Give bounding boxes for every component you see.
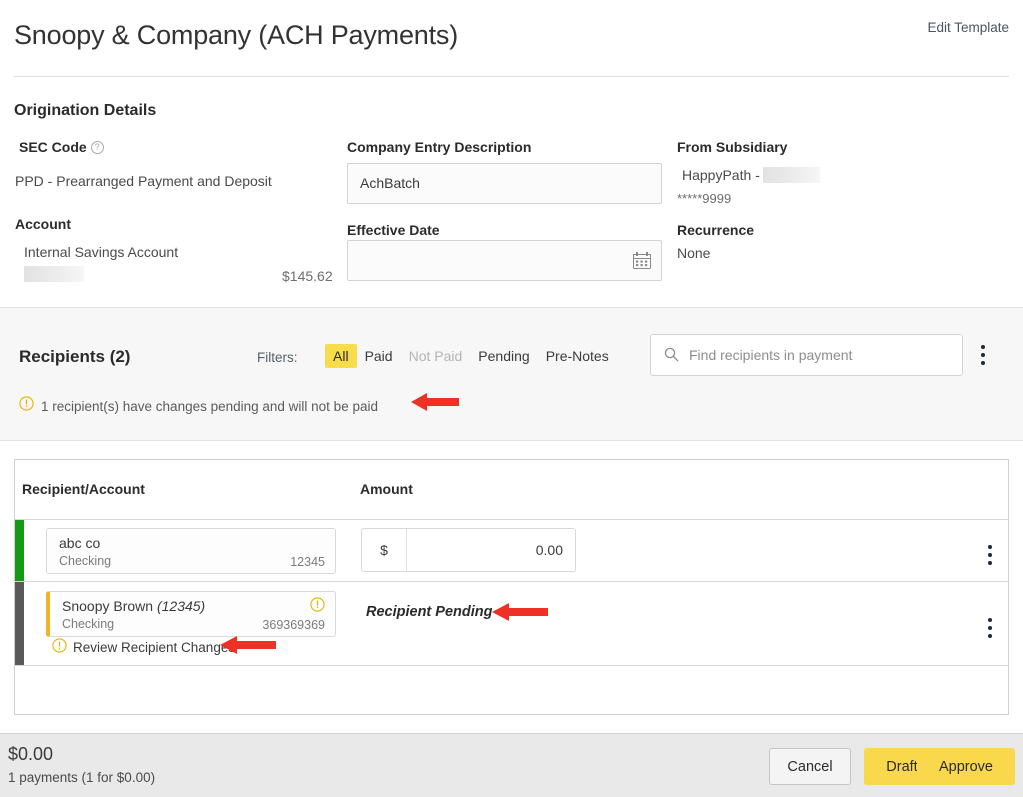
table-header-row: Recipient/Account Amount (15, 460, 1008, 520)
company-entry-description-label: Company Entry Description (347, 139, 532, 155)
column-header-recipient-account: Recipient/Account (22, 481, 145, 497)
column-header-amount: Amount (360, 481, 413, 497)
recipients-overflow-menu-icon[interactable] (981, 345, 985, 365)
page-footer: $0.00 1 payments (1 for $0.00) Cancel Dr… (0, 733, 1023, 797)
review-warning-icon (52, 638, 67, 656)
search-recipients-box[interactable]: Find recipients in payment (650, 334, 963, 376)
row-overflow-menu-icon[interactable] (988, 545, 992, 565)
recurrence-label: Recurrence (677, 222, 755, 238)
currency-symbol: $ (362, 529, 407, 571)
filter-list: All Paid Not Paid Pending Pre-Notes (325, 344, 617, 368)
effective-date-label: Effective Date (347, 222, 440, 238)
filter-pending[interactable]: Pending (470, 344, 537, 368)
annotation-arrow-pending (492, 602, 548, 627)
row-status-bar (15, 582, 24, 665)
redacted-subsidiary-name (762, 167, 820, 183)
footer-total-amount: $0.00 (8, 744, 54, 764)
recipient-account-card[interactable]: abc co Checking 12345 (46, 528, 336, 574)
page-title: Snoopy & Company (ACH Payments) (14, 20, 458, 50)
search-input-placeholder[interactable]: Find recipients in payment (689, 347, 852, 363)
filter-not-paid: Not Paid (408, 348, 463, 364)
warning-text: 1 recipient(s) have changes pending and … (41, 398, 378, 414)
account-value: Internal Savings Account (24, 244, 179, 260)
origination-details-section: Origination Details SEC Code? PPD - Prea… (0, 77, 1023, 307)
recipient-account-number: 12345 (290, 555, 325, 569)
review-link-label: Review Recipient Changes (73, 639, 236, 655)
recipient-pending-status: Recipient Pending (366, 604, 493, 620)
table-row: abc co Checking 12345 $ 0.00 (15, 520, 1008, 582)
calendar-icon[interactable] (633, 252, 651, 269)
effective-date-input[interactable] (347, 240, 662, 281)
annotation-arrow-warning (411, 392, 459, 417)
amount-value[interactable]: 0.00 (536, 542, 563, 558)
help-icon[interactable]: ? (90, 141, 104, 154)
recipient-name-text: Snoopy Brown (62, 598, 154, 614)
origination-section-title: Origination Details (14, 102, 157, 119)
company-entry-description-value: AchBatch (360, 175, 420, 191)
redacted-account-number (24, 266, 84, 282)
recipient-account-type: Checking (59, 554, 112, 568)
pending-changes-warning: 1 recipient(s) have changes pending and … (19, 393, 459, 416)
footer-payment-summary: 1 payments (1 for $0.00) (8, 770, 156, 785)
recipient-account-number: 369369369 (262, 618, 325, 632)
account-balance: $145.62 (282, 268, 333, 284)
sec-code-label-group: SEC Code? (19, 139, 104, 157)
recipient-account-type: Checking (62, 617, 115, 631)
recipients-table: Recipient/Account Amount abc co Checking… (14, 459, 1009, 715)
annotation-arrow-review (220, 635, 276, 660)
search-icon (664, 347, 679, 367)
recipient-name-suffix: (12345) (156, 598, 206, 614)
cancel-button[interactable]: Cancel (769, 748, 851, 785)
filter-all[interactable]: All (325, 344, 357, 368)
account-label: Account (15, 216, 71, 232)
filters-label: Filters: (257, 350, 298, 365)
effective-date-field[interactable] (347, 240, 662, 281)
recipients-title: Recipients (2) (19, 347, 131, 366)
account-balance-row: $145.62 (19, 266, 333, 284)
recipient-name: abc co (59, 535, 101, 551)
table-empty-area (15, 666, 1008, 714)
ach-payment-page: Snoopy & Company (ACH Payments) Edit Tem… (0, 0, 1023, 797)
row-status-bar (15, 520, 24, 581)
recipient-warning-icon (310, 597, 325, 617)
review-recipient-changes-link[interactable]: Review Recipient Changes (46, 638, 235, 656)
from-subsidiary-label: From Subsidiary (677, 139, 788, 155)
company-entry-description-input[interactable]: AchBatch (347, 163, 662, 204)
filter-paid[interactable]: Paid (357, 344, 401, 368)
sec-code-label: SEC Code (19, 139, 87, 155)
approve-button[interactable]: Approve (917, 748, 1015, 785)
recurrence-value: None (677, 245, 711, 261)
filter-pre-notes[interactable]: Pre-Notes (538, 344, 617, 368)
page-header: Snoopy & Company (ACH Payments) Edit Tem… (0, 0, 1023, 77)
table-row: Snoopy Brown (12345) Checking 369369369 … (15, 582, 1008, 666)
recipient-account-card[interactable]: Snoopy Brown (12345) Checking 369369369 (46, 591, 336, 637)
sec-code-value: PPD - Prearranged Payment and Deposit (15, 173, 272, 189)
company-entry-description-field[interactable]: AchBatch (347, 163, 662, 204)
edit-template-link[interactable]: Edit Template (927, 20, 1009, 35)
from-subsidiary-value: HappyPath - (677, 167, 820, 185)
row-overflow-menu-icon[interactable] (988, 618, 992, 638)
amount-input[interactable]: $ 0.00 (361, 528, 576, 572)
warning-circle-icon (19, 396, 34, 416)
from-subsidiary-account: *****9999 (677, 191, 732, 206)
recipient-name: Snoopy Brown (12345) (62, 598, 205, 614)
